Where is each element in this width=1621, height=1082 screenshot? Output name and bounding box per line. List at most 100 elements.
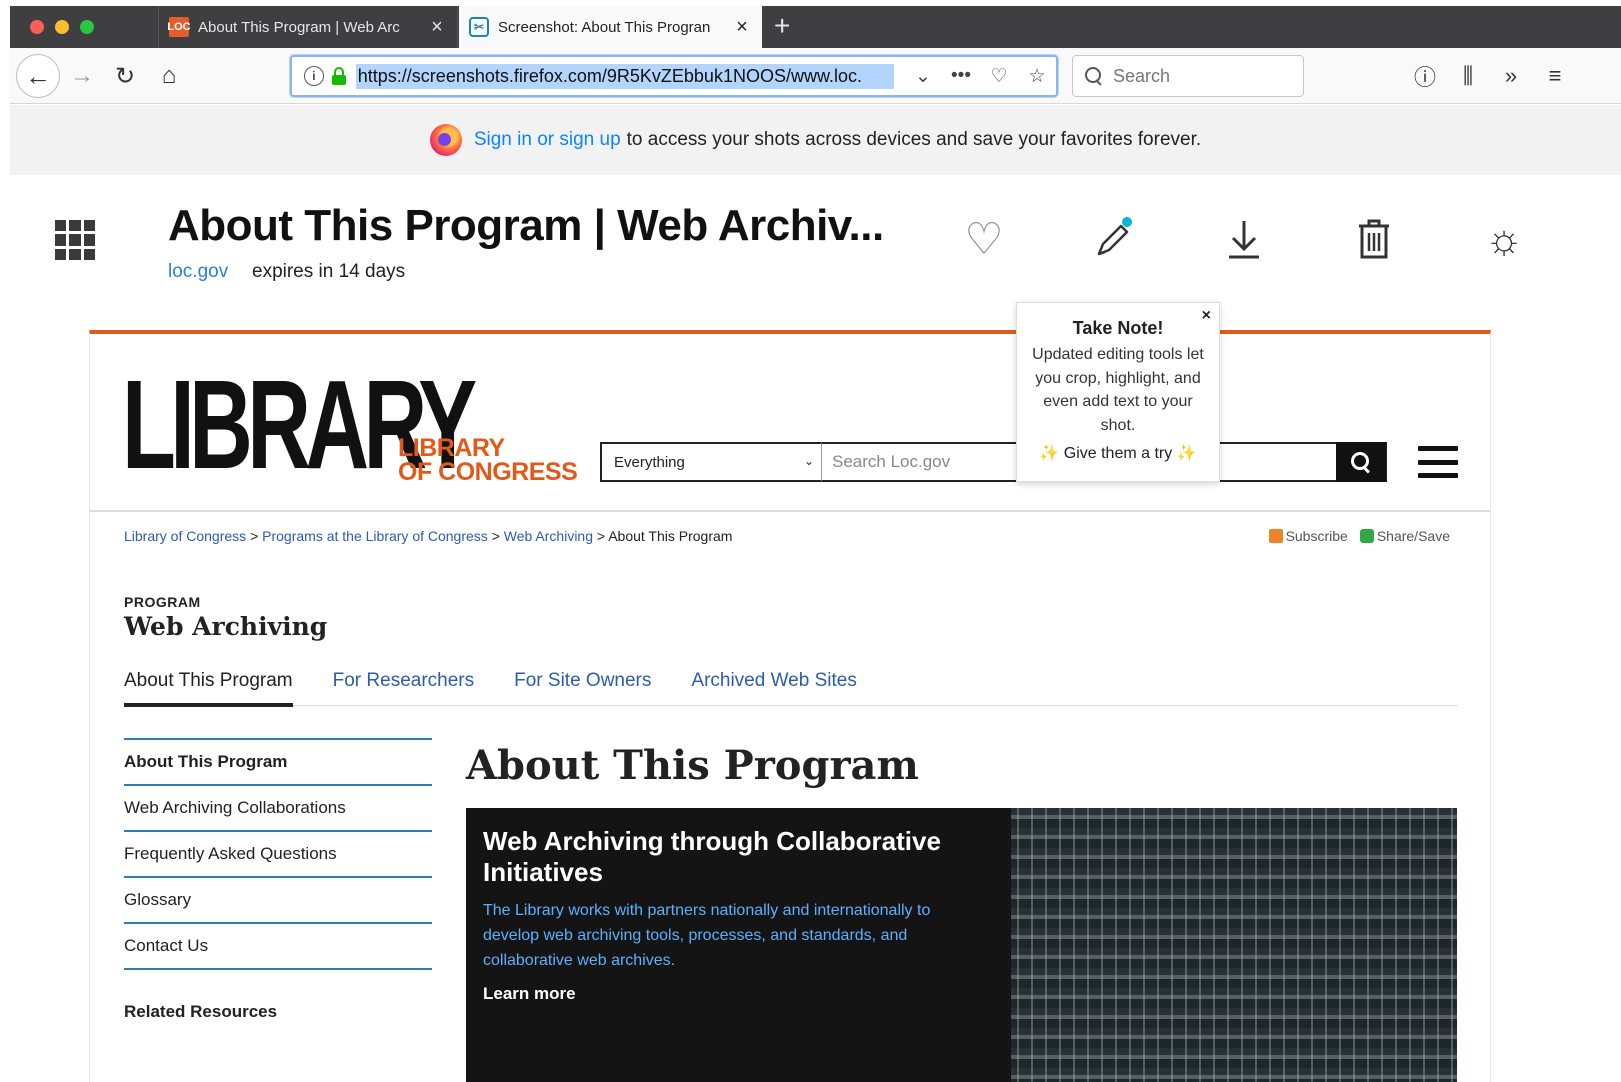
loc-header: LIBRARY LIBRARY OF CONGRESS Everything ⌄… <box>90 334 1490 512</box>
popup-title: Take Note! <box>1072 318 1164 338</box>
sidebar-divider <box>124 968 432 970</box>
program-title: Web Archiving <box>124 612 328 641</box>
chevron-down-icon[interactable]: ⌄ <box>904 65 942 88</box>
more-actions-icon[interactable]: ••• <box>942 65 980 87</box>
loc-search-button[interactable] <box>1336 442 1386 482</box>
subscribe-link[interactable]: Subscribe <box>1268 528 1348 544</box>
share-link[interactable]: Share/Save <box>1359 528 1450 544</box>
home-button[interactable]: ⌂ <box>151 58 187 94</box>
server-rack-image <box>1011 808 1457 1082</box>
breadcrumb-link[interactable]: Library of Congress <box>124 528 246 544</box>
pocket-icon[interactable]: ♡ <box>980 65 1018 88</box>
shot-expiry[interactable]: expires in 14 days <box>252 261 405 283</box>
minimize-window-button[interactable] <box>55 20 69 34</box>
search-scope-select[interactable]: Everything ⌄ <box>600 442 822 482</box>
hero-text: The Library works with partners national… <box>483 902 931 969</box>
breadcrumb-link[interactable]: Web Archiving <box>504 528 593 544</box>
sidebar-item-contact[interactable]: Contact Us <box>124 922 432 968</box>
loc-favicon-icon: LOC <box>167 17 191 37</box>
main-title: About This Program <box>466 742 919 789</box>
sidebar-nav: About This Program Web Archiving Collabo… <box>124 738 432 1022</box>
close-icon[interactable]: × <box>1202 307 1211 325</box>
loc-logo-subtitle: LIBRARY OF CONGRESS <box>398 434 578 486</box>
loc-logo-line-1: LIBRARY <box>398 434 505 462</box>
sidebar-item-about[interactable]: About This Program <box>124 738 432 784</box>
bookmark-star-icon[interactable]: ☆ <box>1018 65 1056 88</box>
close-tab-icon[interactable]: × <box>732 17 752 37</box>
url-text[interactable]: https://screenshots.firefox.com/9R5KvZEb… <box>355 63 894 89</box>
overflow-chevron-icon[interactable]: » <box>1491 58 1531 94</box>
search-scope-value: Everything <box>614 453 685 471</box>
url-bar[interactable]: i https://screenshots.firefox.com/9R5KvZ… <box>290 55 1058 97</box>
tab-screenshot[interactable]: ✂ Screenshot: About This Progran × <box>459 6 762 48</box>
hamburger-menu-icon[interactable] <box>1418 446 1458 478</box>
subscribe-label: Subscribe <box>1285 528 1348 544</box>
sparkle-icon: ✨ <box>1039 445 1060 462</box>
tab-bar: LOC About This Program | Web Arc × ✂ Scr… <box>10 6 1621 48</box>
hero-banner: Web Archiving through Collaborative Init… <box>466 808 1457 1082</box>
breadcrumb-current: About This Program <box>608 528 733 544</box>
popup-body: Updated editing tools let you crop, high… <box>1032 346 1204 434</box>
download-icon[interactable] <box>1220 215 1268 263</box>
search-placeholder: Search <box>1113 65 1171 86</box>
chevron-down-icon: ⌄ <box>803 454 814 468</box>
info-icon[interactable]: i <box>304 66 324 86</box>
search-icon <box>1085 67 1103 85</box>
reader-info-icon[interactable]: ⓘ <box>1405 58 1445 94</box>
reload-button[interactable]: ↻ <box>107 58 143 94</box>
search-icon <box>1351 452 1371 472</box>
rss-icon <box>1268 529 1283 543</box>
take-note-popup: × Take Note! Updated editing tools let y… <box>1016 302 1220 482</box>
breadcrumb-separator: > <box>250 528 259 544</box>
program-tabs: About This Program For Researchers For S… <box>124 670 1458 707</box>
banner-text: to access your shots across devices and … <box>626 129 1202 150</box>
popup-cta-label: Give them a try <box>1063 445 1173 462</box>
new-tab-button[interactable]: + <box>774 12 790 40</box>
share-links: Subscribe Share/Save <box>1268 528 1450 544</box>
back-button[interactable]: ← <box>16 54 60 98</box>
breadcrumb-separator: > <box>596 528 606 544</box>
settings-gear-icon[interactable]: ☼ <box>1480 215 1528 263</box>
edit-pencil-icon[interactable] <box>1090 215 1138 263</box>
close-window-button[interactable] <box>30 20 44 34</box>
loc-logo-line-2: OF CONGRESS <box>398 458 578 486</box>
menu-icon[interactable]: ≡ <box>1540 58 1570 94</box>
signin-banner: Sign in or sign up to access your shots … <box>10 105 1621 175</box>
sidebar-item-glossary[interactable]: Glossary <box>124 876 432 922</box>
lock-icon[interactable] <box>331 67 346 85</box>
program-label: PROGRAM <box>124 594 201 610</box>
tab-title: About This Program | Web Arc <box>198 18 400 36</box>
share-label: Share/Save <box>1376 528 1450 544</box>
tab-archived-web-sites[interactable]: Archived Web Sites <box>691 670 856 706</box>
tab-title: Screenshot: About This Progran <box>498 18 711 36</box>
related-resources-heading: Related Resources <box>124 1002 278 1021</box>
search-input[interactable]: Search <box>1072 55 1304 97</box>
tab-about-this-program[interactable]: About This Program <box>124 670 293 707</box>
tab-for-researchers[interactable]: For Researchers <box>333 670 475 706</box>
forward-button[interactable]: → <box>64 58 100 94</box>
hero-title: Web Archiving through Collaborative Init… <box>483 826 941 887</box>
breadcrumb-link[interactable]: Programs at the Library of Congress <box>262 528 488 544</box>
delete-trash-icon[interactable] <box>1350 215 1398 263</box>
navigation-toolbar: ← → ↻ ⌂ i https://screenshots.firefox.co… <box>10 48 1621 104</box>
maximize-window-button[interactable] <box>80 20 94 34</box>
tab-loc[interactable]: LOC About This Program | Web Arc × <box>158 6 458 48</box>
shot-domain-link[interactable]: loc.gov <box>168 261 228 283</box>
shot-title: About This Program | Web Archiv... <box>168 201 884 250</box>
close-tab-icon[interactable]: × <box>427 17 447 37</box>
my-shots-grid-icon[interactable] <box>55 220 95 260</box>
breadcrumb-separator: > <box>491 528 500 544</box>
tab-for-site-owners[interactable]: For Site Owners <box>514 670 651 706</box>
signin-link[interactable]: Sign in or sign up <box>474 129 621 151</box>
captured-screenshot: LIBRARY LIBRARY OF CONGRESS Everything ⌄… <box>89 330 1491 1082</box>
learn-more-link[interactable]: Learn more <box>483 984 576 1004</box>
loc-search-placeholder: Search Loc.gov <box>832 452 951 471</box>
sidebar-item-collaborations[interactable]: Web Archiving Collaborations <box>124 784 432 830</box>
firefox-logo-icon <box>429 124 462 156</box>
screenshots-favicon-icon: ✂ <box>469 17 489 37</box>
popup-cta[interactable]: ✨ Give them a try ✨ <box>1017 443 1219 463</box>
sidebar-item-faq[interactable]: Frequently Asked Questions <box>124 830 432 876</box>
library-icon[interactable]: ⫼ <box>1448 58 1488 94</box>
sparkle-icon: ✨ <box>1176 445 1197 462</box>
favorite-heart-icon[interactable]: ♡ <box>960 215 1008 264</box>
